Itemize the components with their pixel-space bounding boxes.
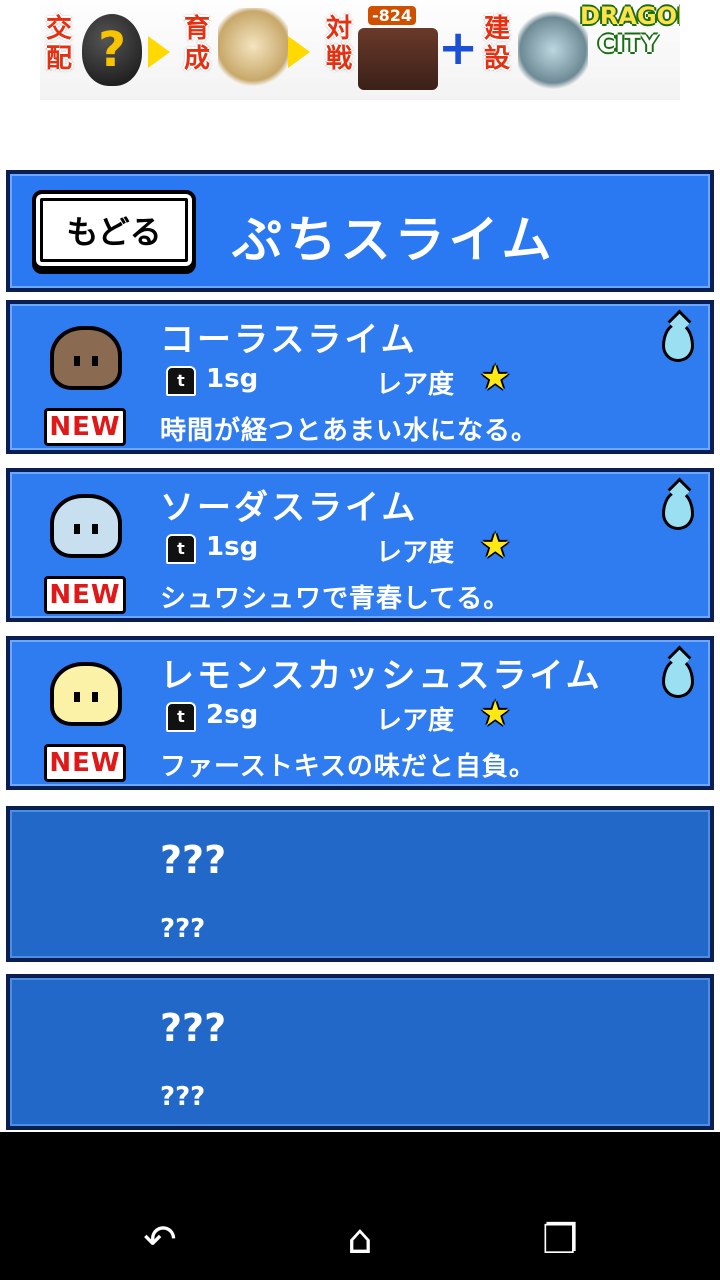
list-item[interactable]: NEW コーラスライム t 1sg レア度 ★ 時間が経つとあまい水になる。 — [6, 300, 714, 454]
weight-icon: t — [166, 534, 196, 564]
item-name-unknown: ??? — [160, 1006, 227, 1050]
battle-dragon-image — [358, 28, 438, 90]
logo-bottom: CITY — [597, 30, 659, 58]
item-name-unknown: ??? — [160, 838, 227, 882]
item-weight: 1sg — [206, 364, 259, 394]
rarity-label: レア度 — [376, 706, 455, 736]
item-description: 時間が経つとあまい水になる。 — [160, 416, 539, 446]
star-icon: ★ — [480, 526, 511, 566]
page-title: ぷちスライム — [232, 211, 556, 269]
navigation-bar: ↶ ⌂ ❐ — [0, 1132, 720, 1280]
home-icon[interactable]: ⌂ — [330, 1210, 390, 1270]
star-icon: ★ — [480, 358, 511, 398]
item-name: レモンスカッシュスライム — [160, 656, 603, 696]
item-description: シュワシュワで青春してる。 — [160, 584, 511, 614]
list-item[interactable]: NEW レモンスカッシュスライム t 2sg レア度 ★ ファーストキスの味だと… — [6, 636, 714, 790]
ad-step-mate: 交配 — [45, 14, 72, 74]
weight-icon: t — [166, 702, 196, 732]
water-drop-icon — [662, 658, 694, 698]
ad-step-build: 建設 — [483, 14, 510, 74]
arrow-right-icon — [148, 36, 170, 68]
question-egg-icon: ? — [82, 14, 142, 86]
ad-step-battle: 対戦 — [325, 14, 352, 74]
locked-list-item[interactable]: ??? ??? — [6, 974, 714, 1130]
item-description: ファーストキスの味だと自負。 — [160, 752, 536, 782]
new-badge: NEW — [44, 408, 126, 446]
dragon-city-logo: DRAGON CITY — [580, 2, 680, 58]
header-panel: もどる ぷちスライム — [6, 170, 714, 292]
weight-icon: t — [166, 366, 196, 396]
water-drop-icon — [662, 322, 694, 362]
new-badge: NEW — [44, 744, 126, 782]
dragon-image — [218, 8, 288, 92]
star-icon: ★ — [480, 694, 511, 734]
logo-top: DRAGON — [580, 2, 680, 30]
list-item[interactable]: NEW ソーダスライム t 1sg レア度 ★ シュワシュワで青春してる。 — [6, 468, 714, 622]
new-badge: NEW — [44, 576, 126, 614]
item-description-unknown: ??? — [160, 1082, 206, 1112]
ad-step-raise: 育成 — [183, 14, 210, 74]
water-drop-icon — [662, 490, 694, 530]
plus-icon: + — [438, 20, 479, 76]
recent-apps-icon[interactable]: ❐ — [530, 1210, 590, 1270]
soda-slime-icon — [50, 494, 122, 558]
back-button[interactable]: もどる — [32, 190, 196, 270]
item-description-unknown: ??? — [160, 914, 206, 944]
cola-slime-icon — [50, 326, 122, 390]
ad-banner[interactable]: 交配 ? 育成 対戦 -824 + 建設 DRAGON CITY — [40, 0, 680, 100]
item-name: ソーダスライム — [160, 488, 419, 528]
rarity-label: レア度 — [376, 370, 455, 400]
ad-score: -824 — [368, 6, 417, 25]
item-name: コーラスライム — [160, 320, 418, 360]
rarity-label: レア度 — [376, 538, 455, 568]
building-image — [518, 8, 588, 92]
item-weight: 2sg — [206, 700, 259, 730]
back-icon[interactable]: ↶ — [130, 1210, 190, 1270]
arrow-right-icon — [288, 36, 310, 68]
locked-list-item[interactable]: ??? ??? — [6, 806, 714, 962]
lemon-squash-slime-icon — [50, 662, 122, 726]
item-weight: 1sg — [206, 532, 259, 562]
